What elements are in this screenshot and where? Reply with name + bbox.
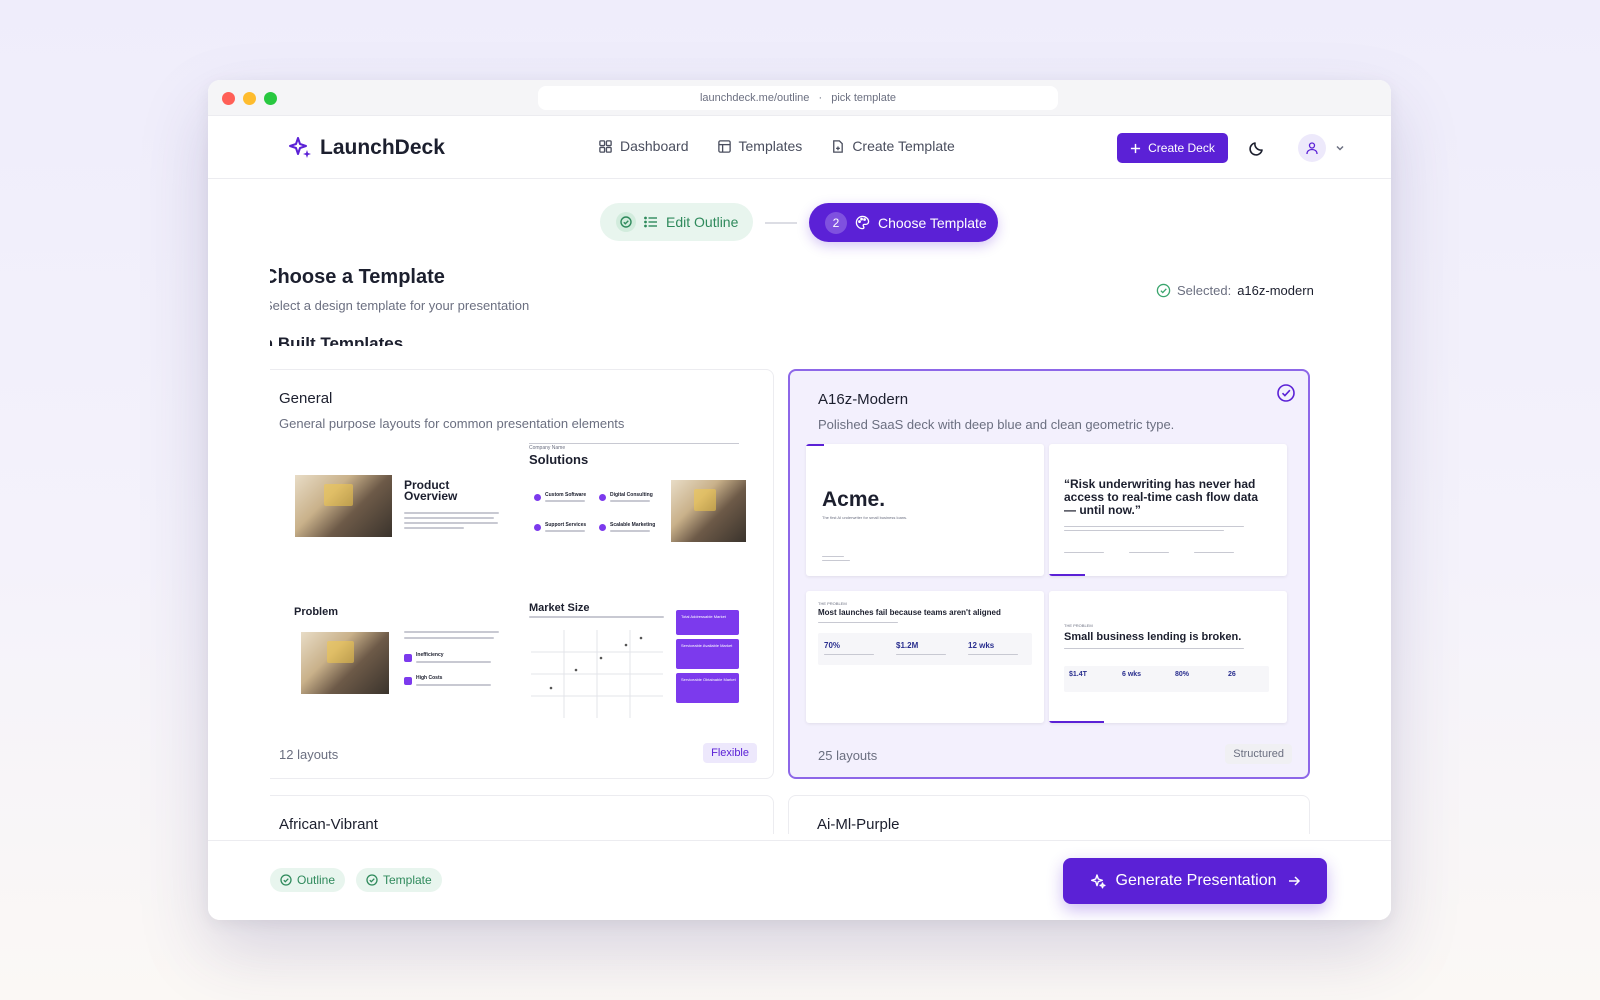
minimize-window-button[interactable] xyxy=(243,92,256,105)
template-description: Polished SaaS deck with deep blue and cl… xyxy=(818,417,1175,432)
preview-title: Small business lending is broken. xyxy=(1064,631,1242,643)
preview-title: Solutions xyxy=(529,452,589,467)
url-text: launchdeck.me/outline xyxy=(699,92,810,104)
chip-label: Template xyxy=(383,873,432,887)
check-circle-icon xyxy=(1156,283,1171,298)
selected-label: Selected: xyxy=(1177,283,1232,298)
selected-value: a16z-modern xyxy=(1237,283,1314,298)
template-card-a16z-modern[interactable]: A16z-Modern Polished SaaS deck with deep… xyxy=(788,369,1310,779)
template-badge: Structured xyxy=(1225,744,1292,764)
file-plus-icon xyxy=(833,139,844,153)
brand-logo[interactable]: LaunchDeck xyxy=(288,136,445,160)
preview-photo xyxy=(301,632,389,694)
generate-label: Generate Presentation xyxy=(1115,872,1277,889)
template-card-african-vibrant[interactable]: African-Vibrant xyxy=(270,795,774,834)
arrow-right-icon xyxy=(1288,876,1300,886)
step-edit-outline-label: Edit Outline xyxy=(666,214,739,230)
address-bar[interactable]: launchdeck.me/outline · pick template xyxy=(538,86,1058,110)
sparkle-icon xyxy=(1090,874,1106,889)
step-connector xyxy=(765,222,797,224)
layout-icon xyxy=(717,139,731,153)
check-circle-icon xyxy=(280,874,292,886)
nav-create-template[interactable]: Create Template xyxy=(830,138,955,154)
nav-templates[interactable]: Templates xyxy=(717,138,803,154)
template-card-ai-ml-purple[interactable]: Ai-Ml-Purple xyxy=(788,795,1310,834)
preview-title: Acme. xyxy=(822,488,886,511)
plus-icon xyxy=(1131,143,1141,153)
template-name: General xyxy=(279,390,333,407)
maximize-window-button[interactable] xyxy=(264,92,277,105)
template-name: African-Vibrant xyxy=(279,816,378,833)
brand-name: LaunchDeck xyxy=(320,136,445,159)
preview-scatter-plot xyxy=(531,630,663,718)
check-circle-icon xyxy=(366,874,378,886)
preview-photo xyxy=(295,475,392,537)
progress-stepper: Edit Outline 2 Choose Template xyxy=(208,203,1391,243)
layout-preview-quote: “Risk underwriting has never had access … xyxy=(1049,444,1287,576)
top-navbar: LaunchDeck Dashboard Templates Create Te… xyxy=(208,116,1391,179)
sparkle-icon xyxy=(289,137,311,158)
layout-preview-problem: Problem Inefficiency High Costs xyxy=(279,588,504,725)
template-card-general[interactable]: General General purpose layouts for comm… xyxy=(270,369,774,779)
preview-quote: “Risk underwriting has never had access … xyxy=(1064,477,1259,517)
layout-preview-cover: Acme. The first AI underwriter for small… xyxy=(806,444,1044,576)
create-deck-label: Create Deck xyxy=(1148,141,1215,155)
preview-title: Most launches fail because teams aren't … xyxy=(818,608,1001,617)
chevron-down-icon[interactable] xyxy=(1334,142,1346,154)
check-circle-icon xyxy=(616,212,636,232)
preview-title: Problem xyxy=(294,606,339,618)
moon-icon[interactable] xyxy=(1248,139,1266,157)
browser-titlebar: launchdeck.me/outline · pick template xyxy=(208,80,1391,116)
preview-photo xyxy=(671,480,746,542)
page-header: Choose a Template Select a design templa… xyxy=(270,266,1330,346)
preview-kicker: Company Name xyxy=(529,445,566,451)
page-title: Choose a Template xyxy=(270,266,445,288)
step-number: 2 xyxy=(825,211,847,234)
layout-preview-solutions: Company Name Solutions Custom Software D… xyxy=(529,440,754,577)
nav-dashboard-label: Dashboard xyxy=(620,138,689,154)
window-controls xyxy=(222,92,277,105)
palette-icon xyxy=(855,215,870,230)
grid-icon xyxy=(599,139,612,153)
layout-preview-product-overview: Product Overview xyxy=(279,440,504,577)
layout-preview-market-size: Market Size Total Addressable Market Ser… xyxy=(529,588,754,725)
browser-window: launchdeck.me/outline · pick template La… xyxy=(208,80,1391,920)
page-subtitle: Select a design template for your presen… xyxy=(270,298,530,313)
layout-preview-problem-stats: THE PROBLEM Most launches fail because t… xyxy=(806,591,1044,723)
preview-title: Product Overview xyxy=(404,478,458,503)
preview-title: Market Size xyxy=(529,602,590,614)
user-avatar[interactable] xyxy=(1298,134,1326,162)
layout-count: 25 layouts xyxy=(818,748,878,763)
nav-templates-label: Templates xyxy=(738,138,803,154)
layout-count: 12 layouts xyxy=(279,747,339,762)
close-window-button[interactable] xyxy=(222,92,235,105)
list-icon xyxy=(644,216,657,228)
chip-label: Outline xyxy=(297,873,336,887)
nav-dashboard[interactable]: Dashboard xyxy=(598,138,689,154)
status-chip-outline: Outline xyxy=(270,868,346,892)
template-grid: General General purpose layouts for comm… xyxy=(270,369,1330,834)
template-name: Ai-Ml-Purple xyxy=(817,816,900,833)
status-chip-template: Template xyxy=(356,868,442,892)
selected-check-icon xyxy=(1277,384,1295,402)
template-description: General purpose layouts for common prese… xyxy=(279,416,625,431)
template-badge: Flexible xyxy=(703,743,757,763)
url-page: pick template xyxy=(831,92,897,104)
step-choose-template-label: Choose Template xyxy=(878,214,987,231)
selected-template-indicator: Selected: a16z-modern xyxy=(1156,283,1314,298)
bottom-action-bar: Outline Template Generate Presentation xyxy=(208,840,1391,920)
user-icon xyxy=(1306,142,1318,155)
section-title: In Built Templates xyxy=(270,334,404,346)
step-choose-template[interactable]: 2 Choose Template xyxy=(809,203,998,242)
step-edit-outline[interactable]: Edit Outline xyxy=(600,203,753,241)
generate-presentation-button[interactable]: Generate Presentation xyxy=(1063,858,1327,904)
nav-links: Dashboard Templates Create Template xyxy=(598,138,955,154)
url-separator: · xyxy=(818,92,823,104)
nav-create-template-label: Create Template xyxy=(852,138,955,154)
template-name: A16z-Modern xyxy=(818,391,909,408)
create-deck-button[interactable]: Create Deck xyxy=(1117,133,1228,163)
layout-preview-lending-stats: THE PROBLEM Small business lending is br… xyxy=(1049,591,1287,723)
